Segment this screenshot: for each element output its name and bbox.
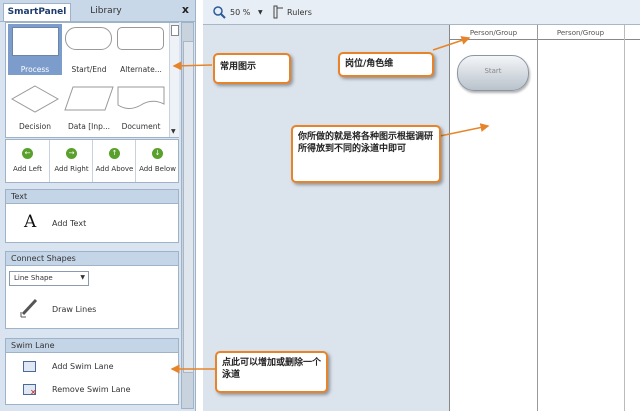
callout-position-dimension: 岗位/角色维: [338, 52, 434, 77]
callout-common-shapes: 常用图示: [213, 53, 291, 84]
callout-add-delete-lane: 点此可以增加或删除一个泳道: [215, 351, 328, 393]
arrow-to-shapes: [172, 61, 213, 71]
callout-arrows: [170, 36, 490, 374]
callout-place-shapes: 你所做的就是将各种图示根据调研所得放到不同的泳道中即可: [291, 125, 441, 183]
arrow-to-lane: [439, 123, 490, 137]
arrow-to-lane-header: [432, 36, 471, 51]
